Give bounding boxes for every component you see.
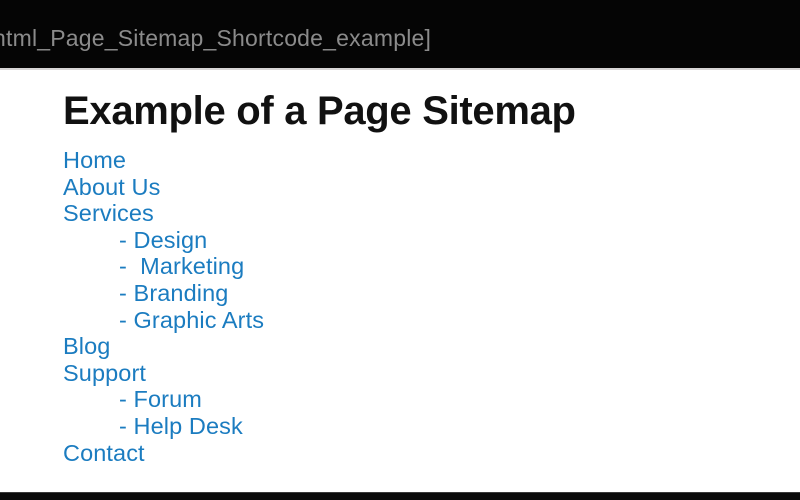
sitemap-link[interactable]: - Forum xyxy=(119,386,202,412)
sitemap-link[interactable]: Blog xyxy=(63,333,110,359)
window-title-bar: html_Page_Sitemap_Shortcode_example] xyxy=(0,0,800,68)
sitemap-link[interactable]: - Marketing xyxy=(119,253,244,279)
sitemap-link[interactable]: - Graphic Arts xyxy=(119,307,264,333)
sitemap-item: Blog xyxy=(63,333,264,360)
sitemap-link[interactable]: Contact xyxy=(63,440,145,466)
sitemap-item: About Us xyxy=(63,174,264,201)
sitemap-item: - Design xyxy=(63,227,264,254)
page-title: Example of a Page Sitemap xyxy=(63,89,576,133)
sitemap-item: Services xyxy=(63,200,264,227)
sitemap-link[interactable]: Home xyxy=(63,147,126,173)
sitemap-item: - Graphic Arts xyxy=(63,307,264,334)
window-title-text: html_Page_Sitemap_Shortcode_example] xyxy=(0,25,432,51)
sitemap-item: - Marketing xyxy=(63,253,264,280)
sitemap-item: - Branding xyxy=(63,280,264,307)
sitemap-item: Contact xyxy=(63,440,264,467)
sitemap-link[interactable]: - Help Desk xyxy=(119,413,243,439)
sitemap-link[interactable]: About Us xyxy=(63,174,160,200)
sitemap-item: Support xyxy=(63,360,264,387)
sitemap-item: - Forum xyxy=(63,386,264,413)
bottom-strip-highlight xyxy=(0,492,800,493)
sitemap-link[interactable]: - Design xyxy=(119,227,207,253)
sitemap-link[interactable]: - Branding xyxy=(119,280,228,306)
screen-root: html_Page_Sitemap_Shortcode_example] Exa… xyxy=(0,0,800,500)
sitemap-item: - Help Desk xyxy=(63,413,264,440)
sitemap-item: Home xyxy=(63,147,264,174)
bottom-black-strip xyxy=(0,492,800,500)
page-content: Example of a Page Sitemap Home About Us Se… xyxy=(0,70,800,492)
sitemap-list: Home About Us Services - Design - Marketing -… xyxy=(63,147,264,466)
sitemap-link[interactable]: Services xyxy=(63,200,154,226)
sitemap-link[interactable]: Support xyxy=(63,360,146,386)
